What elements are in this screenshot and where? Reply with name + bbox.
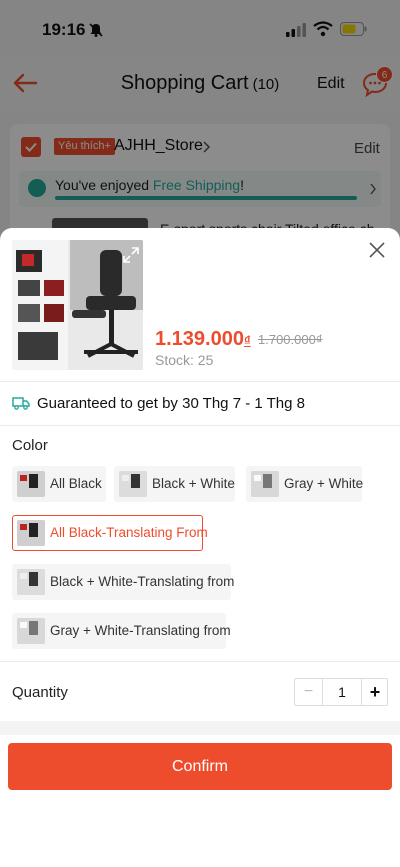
- product-image[interactable]: [12, 240, 143, 370]
- option-swatch: [17, 471, 45, 497]
- price-currency: ₫: [243, 333, 251, 348]
- delivery-guarantee: Guaranteed to get by 30 Thg 7 - 1 Thg 8: [37, 395, 305, 412]
- quantity-stepper: − 1 +: [294, 678, 388, 706]
- option-label: All Black-Translating From: [50, 525, 208, 540]
- option-label: Black + White: [152, 476, 235, 491]
- color-option-all-black[interactable]: All Black: [12, 466, 106, 502]
- option-label: Gray + White-Translating from: [50, 623, 231, 638]
- section-separator: [0, 721, 400, 735]
- chair-swatch-illustration: [17, 569, 45, 595]
- product-price: 1.139.000₫: [155, 328, 251, 351]
- quantity-input[interactable]: 1: [323, 679, 361, 705]
- color-option-all-black-translating[interactable]: All Black-Translating From: [12, 515, 208, 551]
- option-label: Black + White-Translating from: [50, 574, 235, 589]
- confirm-button[interactable]: Confirm: [8, 743, 392, 790]
- color-label: Color: [12, 437, 48, 454]
- option-label: All Black: [50, 476, 102, 491]
- close-icon[interactable]: [368, 241, 386, 259]
- expand-icon[interactable]: [122, 246, 140, 264]
- option-swatch: [17, 569, 45, 595]
- chair-swatch-illustration: [17, 618, 45, 644]
- chair-swatch-illustration: [119, 471, 147, 497]
- option-label: Gray + White: [284, 476, 364, 491]
- option-swatch: [251, 471, 279, 497]
- stock-count: Stock: 25: [155, 352, 214, 368]
- option-swatch: [119, 471, 147, 497]
- color-option-gray-white[interactable]: Gray + White: [246, 466, 364, 502]
- color-option-black-white-translating[interactable]: Black + White-Translating from: [12, 564, 235, 600]
- original-price: 1.700.000₫: [258, 332, 323, 347]
- color-option-black-white[interactable]: Black + White: [114, 466, 235, 502]
- option-swatch: [17, 618, 45, 644]
- variation-sheet: 1.139.000₫ 1.700.000₫ Stock: 25 Guarante…: [0, 228, 400, 867]
- divider: [0, 425, 400, 426]
- quantity-decrease-button[interactable]: −: [295, 679, 323, 705]
- option-swatch: [17, 520, 45, 546]
- price-value: 1.139.000: [155, 328, 244, 350]
- divider: [0, 381, 400, 382]
- chair-swatch-illustration: [251, 471, 279, 497]
- color-option-gray-white-translating[interactable]: Gray + White-Translating from: [12, 613, 231, 649]
- delivery-truck-icon: [12, 397, 30, 410]
- quantity-label: Quantity: [12, 684, 68, 701]
- chair-swatch-illustration: [17, 471, 45, 497]
- quantity-increase-button[interactable]: +: [361, 679, 388, 705]
- divider: [0, 661, 400, 662]
- chair-swatch-illustration: [17, 520, 45, 546]
